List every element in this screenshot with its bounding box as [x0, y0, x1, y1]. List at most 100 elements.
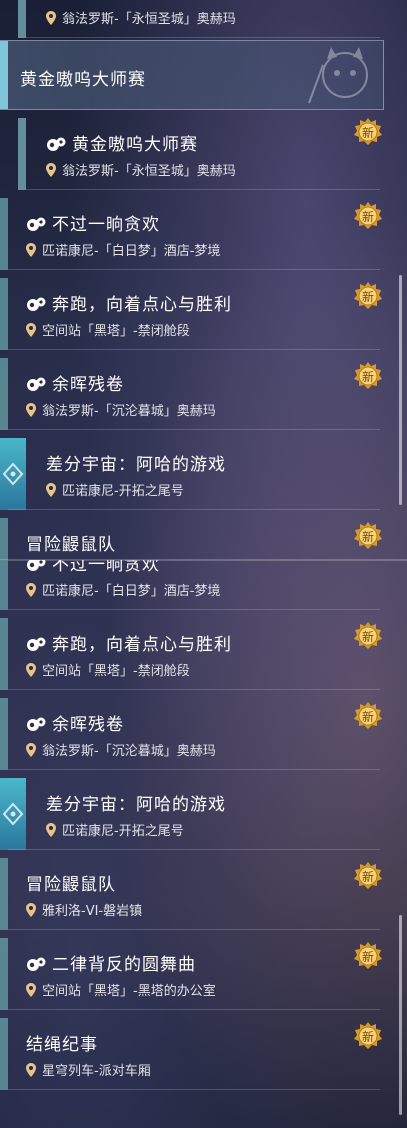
- divider: [8, 1009, 380, 1010]
- location-text: 翁法罗斯-「永恒圣城」奥赫玛: [46, 160, 236, 179]
- paw-quest-icon: [26, 296, 46, 312]
- mascot-icon: [308, 47, 368, 104]
- list-item[interactable]: 差分宇宙：阿哈的游戏 匹诺康尼-开拓之尾号: [0, 778, 380, 852]
- list-item[interactable]: 结绳纪事 星穹列车-派对车厢 新: [0, 1018, 380, 1092]
- svg-text:新: 新: [362, 629, 374, 644]
- list-item[interactable]: 不过一晌贪欢 匹诺康尼-「白日梦」酒店-梦境: [0, 560, 380, 612]
- divider: [8, 349, 380, 350]
- location-pin-icon: [26, 323, 36, 337]
- divider: [8, 929, 380, 930]
- location-text: 翁法罗斯-「沉沦暮城」奥赫玛: [26, 400, 216, 419]
- new-badge-icon: 新: [352, 200, 384, 232]
- quest-title: 差分宇宙：阿哈的游戏: [46, 455, 226, 475]
- list-item[interactable]: 差分宇宙：阿哈的游戏 匹诺康尼-开拓之尾号: [0, 438, 380, 512]
- accent-bar: [0, 518, 8, 560]
- location-pin-icon: [26, 243, 36, 257]
- quest-title: 不过一晌贪欢: [26, 210, 160, 235]
- svg-text:新: 新: [362, 209, 374, 224]
- list-item[interactable]: 不过一晌贪欢 匹诺康尼-「白日梦」酒店-梦境 新: [0, 198, 380, 272]
- scrollbar[interactable]: [399, 275, 402, 505]
- accent-bar: [0, 1018, 8, 1090]
- location-pin-icon: [26, 1063, 36, 1077]
- location-pin-icon: [26, 983, 36, 997]
- diamond-universe-icon: [0, 438, 26, 510]
- accent-bar: [0, 41, 8, 109]
- location-pin-icon: [26, 743, 36, 757]
- list-item[interactable]: 奔跑，向着点心与胜利 空间站「黑塔」-禁闭舱段 新: [0, 278, 380, 352]
- location-text: 星穹列车-派对车厢: [26, 1060, 151, 1079]
- divider: [8, 769, 380, 770]
- paw-quest-icon: [26, 956, 46, 972]
- quest-title: 余晖残卷: [26, 710, 124, 735]
- list-item[interactable]: 冒险鼹鼠队 雅利洛-VI-磐岩镇 新: [0, 858, 380, 932]
- svg-text:新: 新: [362, 949, 374, 964]
- paw-quest-icon: [26, 376, 46, 392]
- location-text: 雅利洛-VI-磐岩镇: [26, 900, 142, 919]
- divider: [8, 509, 380, 510]
- divider: [26, 37, 380, 38]
- divider: [26, 189, 380, 190]
- list-item[interactable]: 翁法罗斯-「永恒圣城」奥赫玛: [0, 0, 380, 40]
- accent-bar: [0, 858, 8, 930]
- accent-bar: [0, 358, 8, 430]
- accent-bar: [18, 118, 26, 190]
- location-pin-icon: [26, 583, 36, 597]
- svg-text:新: 新: [362, 1029, 374, 1044]
- divider: [8, 269, 380, 270]
- accent-bar: [0, 278, 8, 350]
- location-pin-icon: [46, 163, 56, 177]
- quest-title: 二律背反的圆舞曲: [26, 950, 196, 975]
- svg-text:新: 新: [362, 709, 374, 724]
- diamond-universe-icon: [0, 778, 26, 850]
- location-text: 匹诺康尼-开拓之尾号: [46, 820, 184, 839]
- list-item[interactable]: 奔跑，向着点心与胜利 空间站「黑塔」-禁闭舱段 新: [0, 618, 380, 692]
- new-badge-icon: 新: [352, 620, 384, 652]
- new-badge-icon: 新: [352, 940, 384, 972]
- new-badge-icon: 新: [352, 520, 384, 552]
- svg-text:新: 新: [362, 529, 374, 544]
- new-badge-icon: 新: [352, 360, 384, 392]
- quest-title: 奔跑，向着点心与胜利: [26, 630, 232, 655]
- paw-quest-icon: [26, 216, 46, 232]
- accent-bar: [0, 698, 8, 770]
- quest-title: 不过一晌贪欢: [26, 560, 160, 575]
- accent-bar: [18, 0, 26, 38]
- new-badge-icon: 新: [352, 700, 384, 732]
- paw-quest-icon: [26, 560, 46, 572]
- location-pin-icon: [26, 663, 36, 677]
- scrollbar[interactable]: [399, 915, 402, 1115]
- location-text: 匹诺康尼-「白日梦」酒店-梦境: [26, 580, 220, 599]
- new-badge-icon: 新: [352, 116, 384, 148]
- quest-title: 黄金嗷呜大师赛: [46, 130, 198, 155]
- location-pin-icon: [26, 403, 36, 417]
- paw-quest-icon: [26, 716, 46, 732]
- location-text: 翁法罗斯-「沉沦暮城」奥赫玛: [26, 740, 216, 759]
- list-item[interactable]: 余晖残卷 翁法罗斯-「沉沦暮城」奥赫玛 新: [0, 358, 380, 432]
- location-text: 匹诺康尼-「白日梦」酒店-梦境: [26, 240, 220, 259]
- divider: [8, 609, 380, 610]
- location-text: 空间站「黑塔」-禁闭舱段: [26, 320, 190, 339]
- list-item[interactable]: 黄金嗷呜大师赛 翁法罗斯-「永恒圣城」奥赫玛 新: [0, 118, 380, 192]
- divider: [8, 1089, 380, 1090]
- quest-title: 结绳纪事: [26, 1035, 98, 1055]
- accent-bar: [0, 938, 8, 1010]
- quest-title: 冒险鼹鼠队: [26, 875, 116, 895]
- paw-quest-icon: [46, 136, 66, 152]
- location-text: 匹诺康尼-开拓之尾号: [46, 480, 184, 499]
- divider: [8, 849, 380, 850]
- quest-title: 余晖残卷: [26, 370, 124, 395]
- svg-text:新: 新: [362, 289, 374, 304]
- group-header-title: 黄金嗷呜大师赛: [20, 70, 146, 90]
- accent-bar: [0, 618, 8, 690]
- accent-bar: [0, 198, 8, 270]
- list-item[interactable]: 二律背反的圆舞曲 空间站「黑塔」-黑塔的办公室 新: [0, 938, 380, 1012]
- accent-bar: [0, 560, 8, 610]
- quest-title: 差分宇宙：阿哈的游戏: [46, 795, 226, 815]
- location-text: 空间站「黑塔」-黑塔的办公室: [26, 980, 216, 999]
- svg-text:新: 新: [362, 369, 374, 384]
- list-item[interactable]: 余晖残卷 翁法罗斯-「沉沦暮城」奥赫玛 新: [0, 698, 380, 772]
- quest-list-bottom: 不过一晌贪欢 匹诺康尼-「白日梦」酒店-梦境 奔跑，向着点心与胜利 空间站「黑塔…: [0, 560, 407, 1128]
- list-item[interactable]: 冒险鼹鼠队 新: [0, 518, 380, 560]
- svg-text:新: 新: [362, 869, 374, 884]
- group-header[interactable]: 黄金嗷呜大师赛: [0, 40, 384, 110]
